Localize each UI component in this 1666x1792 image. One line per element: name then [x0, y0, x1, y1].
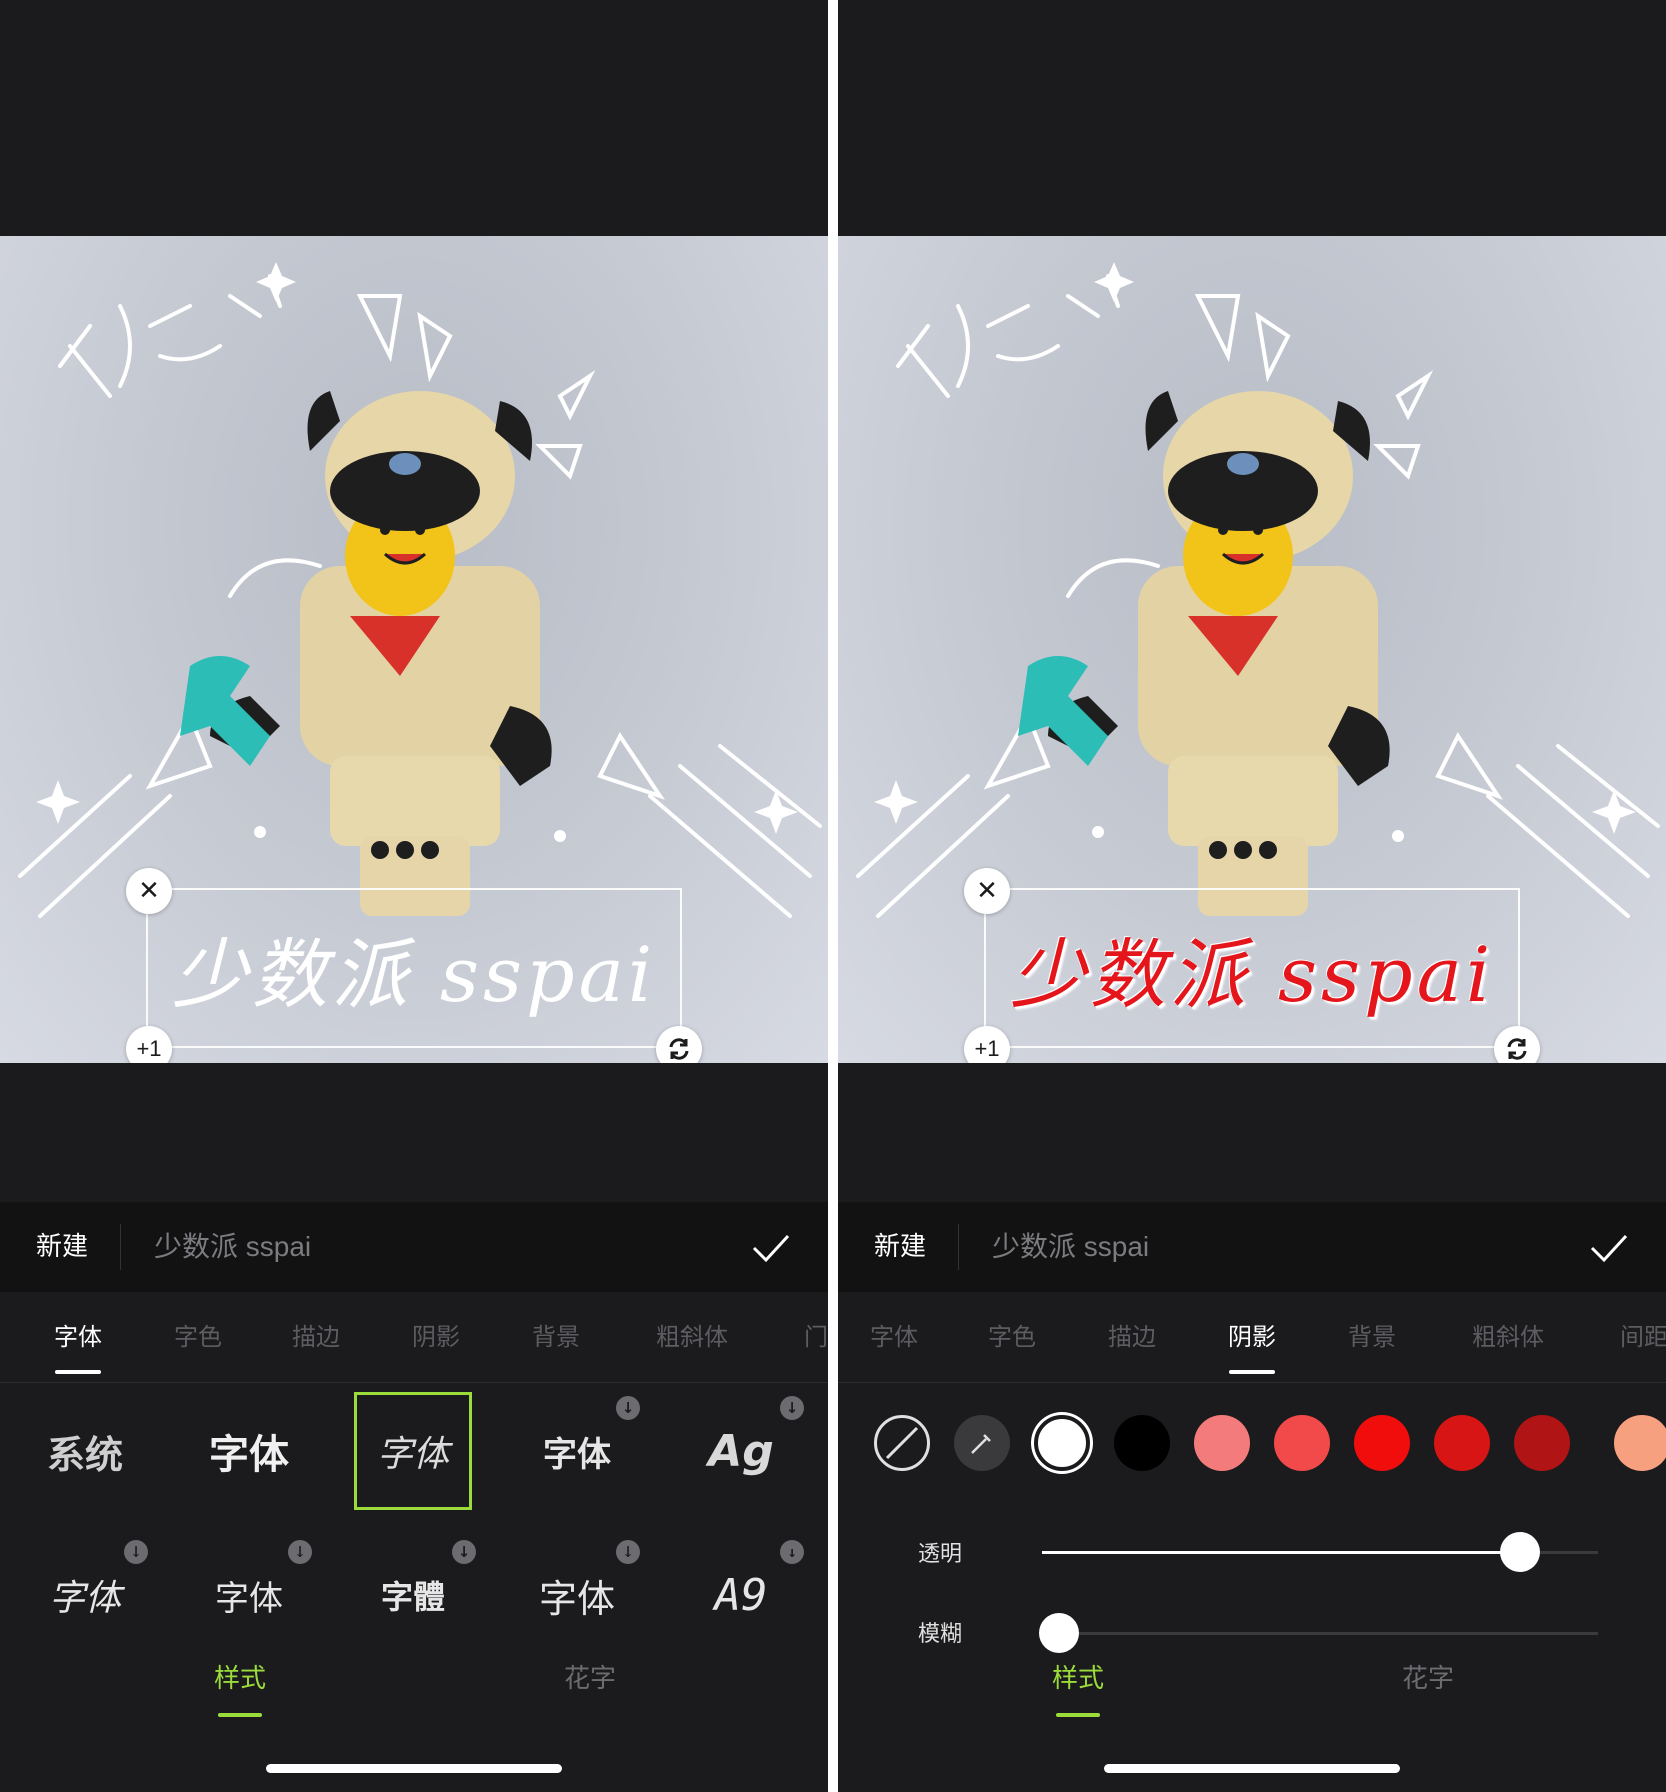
- text-input-bar: 新建 少数派 sspai: [0, 1202, 828, 1292]
- font-option-label: Ag: [708, 1425, 774, 1477]
- tab-shadow[interactable]: 阴影: [1228, 1292, 1276, 1382]
- checkmark-icon[interactable]: [1586, 1224, 1632, 1270]
- swatch-peach[interactable]: [1614, 1415, 1666, 1471]
- text-input[interactable]: 少数派 sspai: [992, 1202, 1149, 1292]
- bottom-tab-fancy-text[interactable]: 花字: [1402, 1658, 1454, 1695]
- font-option-rounded[interactable]: 字体 ↓: [518, 1392, 640, 1510]
- no-color-icon: [885, 1426, 919, 1460]
- divider: [120, 1224, 121, 1270]
- blur-slider-knob[interactable]: [1038, 1613, 1079, 1653]
- tab-bold-italic[interactable]: 粗斜体: [1472, 1292, 1544, 1382]
- tab-font-color[interactable]: 字色: [174, 1292, 222, 1382]
- tab-shadow[interactable]: 阴影: [412, 1292, 460, 1382]
- bottom-tab-style[interactable]: 样式: [1052, 1658, 1104, 1717]
- photo-canvas[interactable]: 少数派 sspai ✕ +1: [838, 236, 1666, 1063]
- tab-font[interactable]: 字体: [870, 1292, 918, 1382]
- new-text-button[interactable]: 新建: [874, 1202, 926, 1292]
- home-indicator: [1104, 1764, 1400, 1773]
- right-screen: 少数派 sspai ✕ +1 新建 少数派 sspai 字体 字色 描边 阴影: [838, 0, 1666, 1792]
- delete-text-button[interactable]: ✕: [964, 868, 1010, 914]
- tab-font[interactable]: 字体: [54, 1292, 102, 1382]
- blur-slider[interactable]: [1038, 1613, 1598, 1653]
- bottom-tab-style[interactable]: 样式: [214, 1658, 266, 1717]
- bottom-tab-fancy-text[interactable]: 花字: [564, 1658, 616, 1695]
- font-option-label: 字体: [48, 1578, 121, 1619]
- panel-divider: [828, 0, 838, 1792]
- font-option-label: 系统: [46, 1432, 123, 1477]
- download-icon: ↓: [616, 1396, 640, 1420]
- font-option-traditional[interactable]: 字體 ↓: [354, 1536, 476, 1654]
- close-icon: ✕: [976, 876, 998, 906]
- font-option-label: 字体: [376, 1434, 449, 1475]
- font-option-label: 字體: [380, 1578, 445, 1616]
- style-tabs: 字体 字色 描边 阴影 背景 粗斜体 门: [0, 1292, 828, 1383]
- opacity-slider-fill: [1042, 1551, 1521, 1554]
- overlay-text[interactable]: 少数派 sspai: [148, 890, 680, 1046]
- download-icon: ↓: [616, 1540, 640, 1564]
- blur-label: 模糊: [918, 1622, 963, 1647]
- swatch-none[interactable]: [874, 1415, 930, 1471]
- swatch-white-selected[interactable]: [1034, 1415, 1090, 1471]
- tab-spacing[interactable]: 门: [804, 1292, 828, 1382]
- font-option-label: A9: [714, 1569, 768, 1621]
- tab-spacing[interactable]: 间距: [1620, 1292, 1666, 1382]
- text-overlay-box[interactable]: 少数派 sspai ✕ +1: [964, 868, 1540, 1063]
- text-input[interactable]: 少数派 sspai: [154, 1202, 311, 1292]
- font-option-label: 字体: [543, 1434, 611, 1475]
- rotate-icon: [1507, 1038, 1527, 1060]
- download-icon: ↓: [452, 1540, 476, 1564]
- swatch-light-red[interactable]: [1194, 1415, 1250, 1471]
- divider: [958, 1224, 959, 1270]
- left-screen: 少数派 sspai ✕ +1 新建 少数派 sspai 字体 字色 描边 阴影: [0, 0, 828, 1792]
- download-icon: ↓: [780, 1540, 804, 1564]
- text-input-bar: 新建 少数派 sspai: [838, 1202, 1666, 1292]
- tab-font-color[interactable]: 字色: [988, 1292, 1036, 1382]
- new-text-button[interactable]: 新建: [36, 1202, 88, 1292]
- swatch-black[interactable]: [1114, 1415, 1170, 1471]
- swatch-dark-red[interactable]: [1514, 1415, 1570, 1471]
- tab-stroke[interactable]: 描边: [292, 1292, 340, 1382]
- swatch-crimson[interactable]: [1434, 1415, 1490, 1471]
- opacity-slider-knob[interactable]: [1500, 1532, 1541, 1572]
- swatch-red[interactable]: [1354, 1415, 1410, 1471]
- font-option-bold[interactable]: 字体: [190, 1392, 308, 1510]
- font-option-label: 字体: [215, 1578, 283, 1619]
- text-overlay-box[interactable]: 少数派 sspai ✕ +1: [126, 868, 702, 1063]
- rotate-icon: [669, 1038, 689, 1060]
- opacity-label: 透明: [918, 1542, 963, 1567]
- style-tabs: 字体 字色 描边 阴影 背景 粗斜体 间距: [838, 1292, 1666, 1383]
- download-icon: ↓: [288, 1540, 312, 1564]
- eyedropper-icon: [971, 1434, 991, 1454]
- font-option-digital[interactable]: A9 ↓: [682, 1536, 804, 1654]
- font-option-latin[interactable]: Ag ↓: [682, 1392, 804, 1510]
- close-icon: ✕: [138, 876, 160, 906]
- font-option-script-2[interactable]: 字体 ↓: [190, 1536, 312, 1654]
- font-option-serif[interactable]: 字体 ↓: [518, 1536, 640, 1654]
- swatch-eyedropper[interactable]: [954, 1415, 1010, 1471]
- tab-bold-italic[interactable]: 粗斜体: [656, 1292, 728, 1382]
- tab-stroke[interactable]: 描边: [1108, 1292, 1156, 1382]
- opacity-slider[interactable]: [1042, 1532, 1598, 1572]
- font-option-label: 字体: [538, 1576, 615, 1621]
- home-indicator: [266, 1764, 562, 1773]
- photo-canvas[interactable]: 少数派 sspai ✕ +1: [0, 236, 828, 1063]
- font-option-handwriting-selected[interactable]: 字体: [354, 1392, 472, 1510]
- checkmark-icon[interactable]: [748, 1224, 794, 1270]
- download-icon: ↓: [124, 1540, 148, 1564]
- download-icon: ↓: [780, 1396, 804, 1420]
- font-option-label: 字体: [209, 1432, 289, 1478]
- overlay-text[interactable]: 少数派 sspai: [986, 890, 1518, 1046]
- font-option-system[interactable]: 系统: [26, 1392, 144, 1510]
- font-option-script-1[interactable]: 字体 ↓: [26, 1536, 148, 1654]
- swatch-coral-red[interactable]: [1274, 1415, 1330, 1471]
- delete-text-button[interactable]: ✕: [126, 868, 172, 914]
- tab-background[interactable]: 背景: [1348, 1292, 1396, 1382]
- tab-background[interactable]: 背景: [532, 1292, 580, 1382]
